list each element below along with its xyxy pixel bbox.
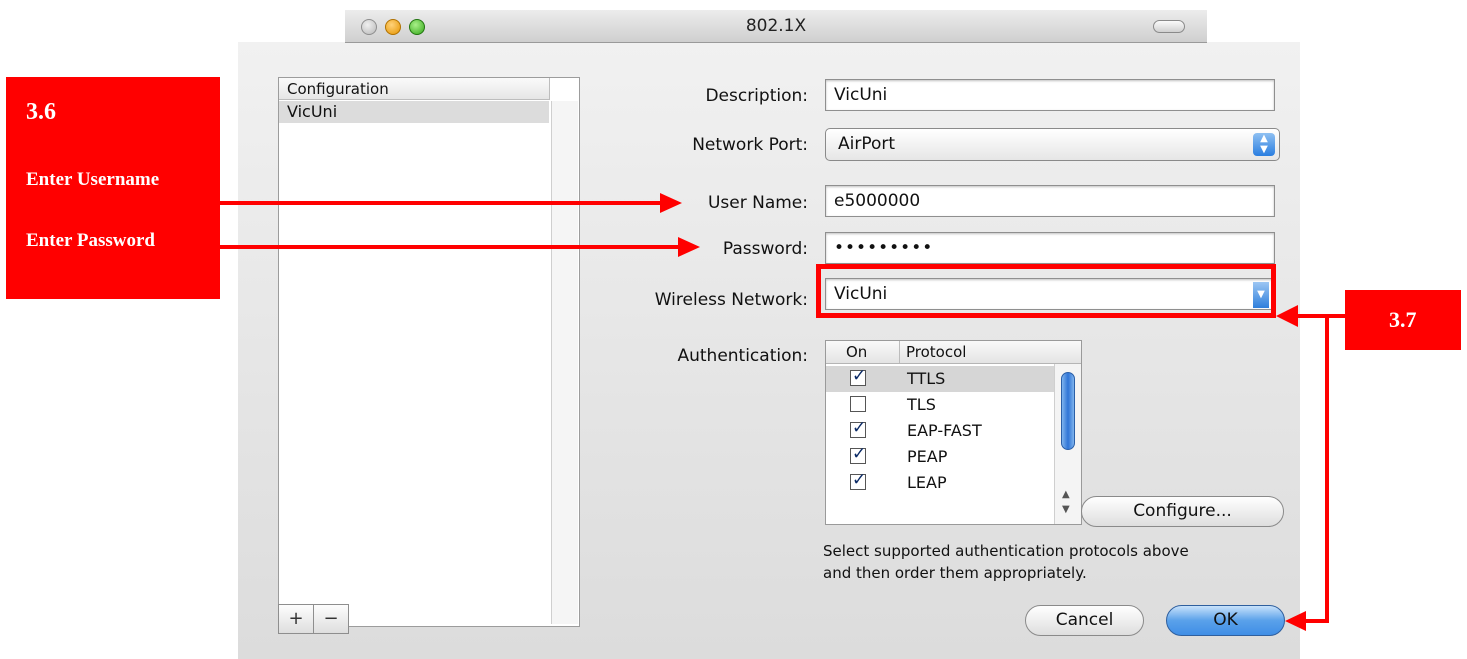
arrowhead-wireless [1276,305,1298,327]
arrowhead-username [660,193,682,213]
arrowhead-password [678,237,700,257]
arrowhead-ok [1285,611,1306,631]
arrow-to-ok [1305,316,1329,623]
annotation-arrows [220,193,1345,631]
